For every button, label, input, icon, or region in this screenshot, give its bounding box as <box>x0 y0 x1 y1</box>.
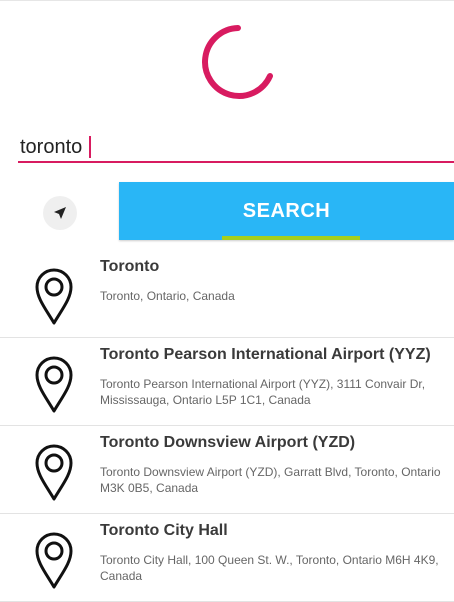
result-address: Toronto City Hall, 100 Queen St. W., Tor… <box>100 553 439 583</box>
result-title: Toronto City Hall <box>100 522 228 539</box>
list-item[interactable]: Toronto Downsview Airport (YZD) Toronto … <box>0 426 454 514</box>
search-input-underline <box>18 161 454 163</box>
text-caret <box>89 136 91 158</box>
result-title: Toronto <box>100 258 160 275</box>
map-pin-icon <box>35 444 73 501</box>
list-item[interactable]: Toronto City Hall Toronto City Hall, 100… <box>0 514 454 602</box>
list-item[interactable]: Toronto Toronto, Ontario, Canada <box>0 250 454 338</box>
map-pin-icon <box>35 532 73 589</box>
top-divider <box>0 0 454 1</box>
map-pin-icon <box>35 356 73 413</box>
list-item[interactable]: Toronto Pearson International Airport (Y… <box>0 338 454 426</box>
result-address: Toronto, Ontario, Canada <box>100 289 235 303</box>
search-input[interactable] <box>20 133 454 161</box>
search-button-indicator <box>222 236 360 240</box>
map-pin-icon <box>35 268 73 325</box>
result-title: Toronto Pearson International Airport (Y… <box>100 346 431 363</box>
result-address: Toronto Pearson International Airport (Y… <box>100 377 426 407</box>
result-address: Toronto Downsview Airport (YZD), Garratt… <box>100 465 441 495</box>
navigation-arrow-icon <box>54 207 66 219</box>
my-location-button[interactable] <box>43 196 77 230</box>
search-button[interactable]: SEARCH <box>119 182 454 240</box>
loading-spinner-icon <box>202 25 273 99</box>
results-list: Toronto Toronto, Ontario, Canada Toronto… <box>0 250 454 602</box>
result-title: Toronto Downsview Airport (YZD) <box>100 434 356 451</box>
